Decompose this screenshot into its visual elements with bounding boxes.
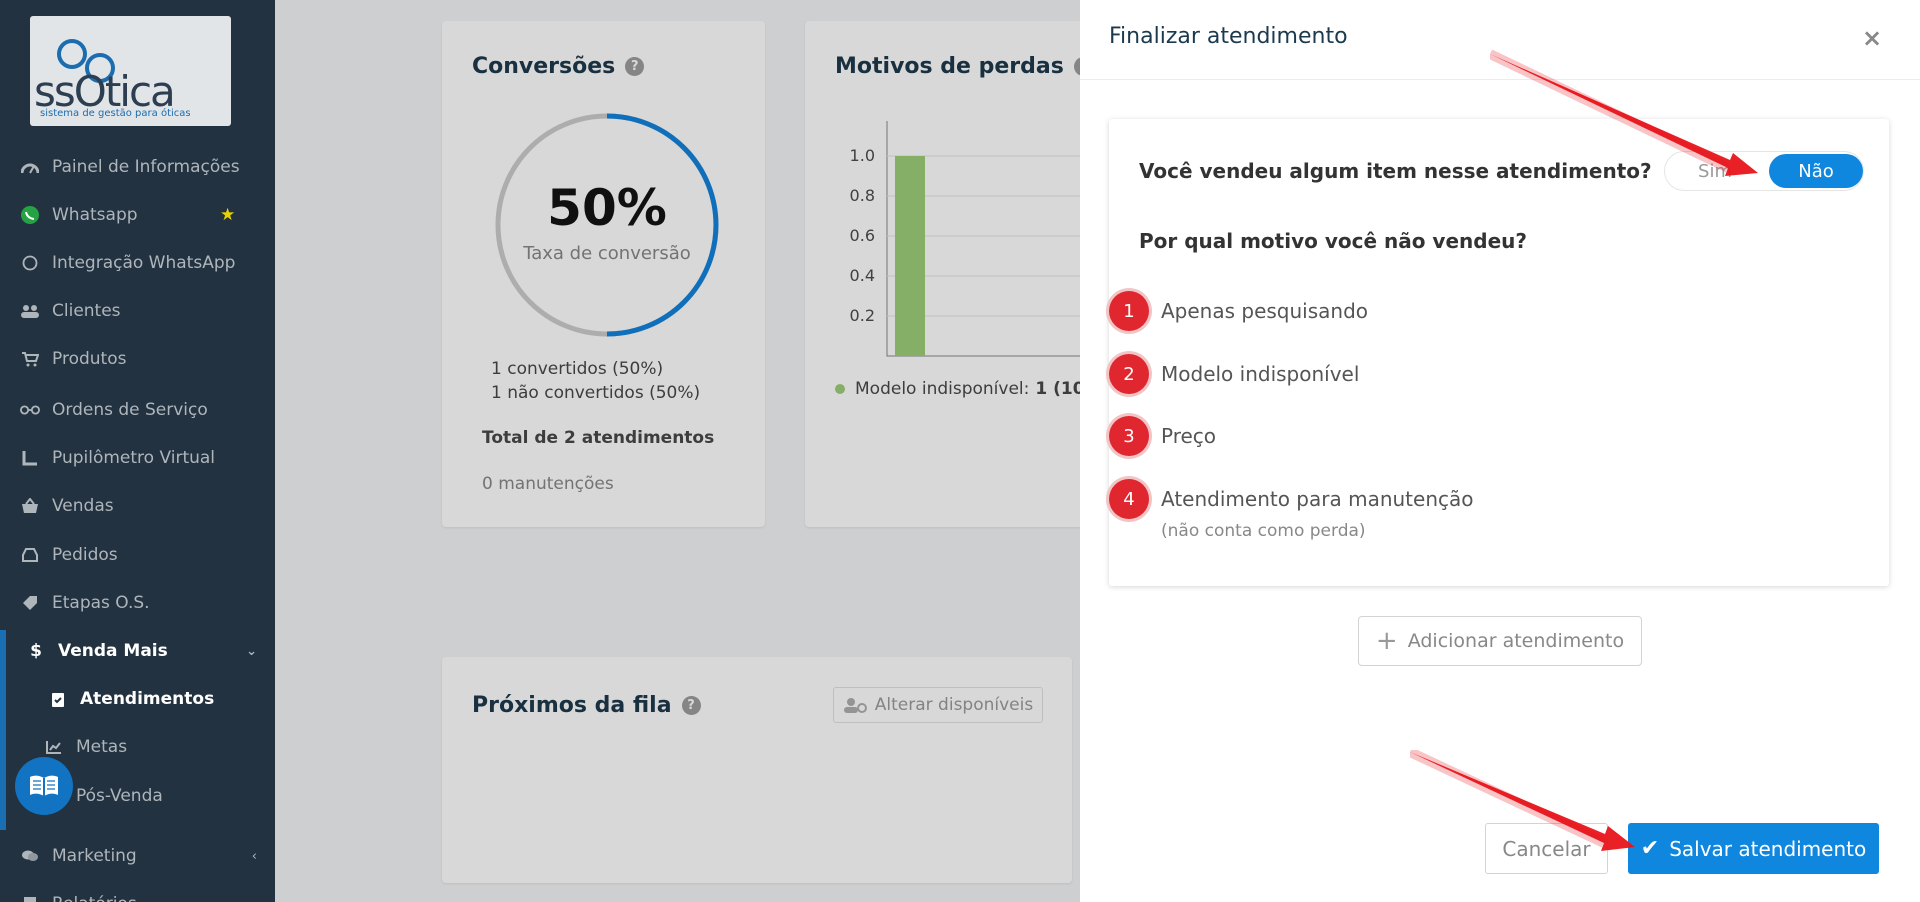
- reason-option[interactable]: 1 Apenas pesquisando: [1109, 291, 1368, 331]
- sidebar-item-label: Pupilômetro Virtual: [52, 448, 216, 468]
- sidebar-item-vendas[interactable]: Vendas: [0, 482, 275, 530]
- sidebar-item-integracao-whatsapp[interactable]: Integração WhatsApp: [0, 239, 275, 287]
- users-icon: [20, 304, 40, 318]
- reason-number-badge: 3: [1109, 416, 1149, 456]
- help-book-button[interactable]: [15, 757, 73, 815]
- file-icon: [20, 896, 40, 902]
- sidebar-item-label: Relatórios: [52, 894, 137, 902]
- reason-note: (não conta como perda): [1161, 521, 1366, 541]
- sidebar-item-label: Metas: [76, 737, 128, 757]
- finalizar-atendimento-modal: Finalizar atendimento × Você vendeu algu…: [1080, 0, 1920, 902]
- comments-icon: [20, 849, 40, 863]
- sidebar-item-produtos[interactable]: Produtos: [0, 335, 275, 383]
- open-book-icon: [30, 775, 58, 796]
- plus-icon: +: [1375, 626, 1398, 656]
- cart-icon: [20, 351, 40, 367]
- whatsapp-icon: [20, 205, 40, 225]
- clipboard-icon: [48, 691, 68, 707]
- toggle-sim[interactable]: Sim: [1665, 152, 1765, 190]
- sidebar-item-pedidos[interactable]: Pedidos: [0, 531, 275, 579]
- close-icon[interactable]: ×: [1862, 24, 1882, 52]
- reason-option[interactable]: 2 Modelo indisponível: [1109, 354, 1359, 394]
- save-button[interactable]: ✔ Salvar atendimento: [1628, 823, 1879, 874]
- sidebar-item-pupilometro[interactable]: Pupilômetro Virtual: [0, 434, 275, 482]
- whatsapp-outline-icon: [20, 255, 40, 271]
- tag-icon: [20, 595, 40, 611]
- sidebar-item-relatorios[interactable]: Relatórios: [0, 880, 275, 902]
- reason-number-badge: 1: [1109, 291, 1149, 331]
- sidebar-item-label: Marketing: [52, 846, 137, 866]
- ruler-icon: [20, 450, 40, 466]
- sidebar-item-clientes[interactable]: Clientes: [0, 287, 275, 335]
- add-atendimento-label: Adicionar atendimento: [1407, 630, 1625, 652]
- sidebar-item-label: Clientes: [52, 301, 121, 321]
- chevron-down-icon: ⌄: [246, 643, 257, 659]
- sold-question: Você vendeu algum item nesse atendimento…: [1139, 159, 1652, 183]
- save-label: Salvar atendimento: [1669, 836, 1867, 861]
- toggle-nao[interactable]: Não: [1769, 154, 1863, 188]
- chevron-left-icon: ‹: [251, 848, 257, 864]
- sidebar-item-venda-mais[interactable]: $ Venda Mais ⌄: [0, 627, 275, 675]
- sidebar-item-label: Ordens de Serviço: [52, 400, 208, 420]
- dashboard-icon: [20, 160, 40, 174]
- sidebar-item-label: Etapas O.S.: [52, 593, 150, 613]
- atendimento-panel: Você vendeu algum item nesse atendimento…: [1109, 119, 1889, 586]
- reason-label[interactable]: Preço: [1161, 424, 1216, 448]
- reason-label[interactable]: Atendimento para manutenção: [1161, 487, 1474, 511]
- add-atendimento-button[interactable]: + Adicionar atendimento: [1358, 616, 1642, 666]
- sidebar-item-painel[interactable]: Painel de Informações: [0, 143, 275, 191]
- sidebar-item-etapas-os[interactable]: Etapas O.S.: [0, 579, 275, 627]
- reason-number-badge: 2: [1109, 354, 1149, 394]
- glasses-icon: [20, 404, 40, 416]
- reason-label[interactable]: Modelo indisponível: [1161, 362, 1359, 386]
- reason-question: Por qual motivo você não vendeu?: [1139, 229, 1527, 253]
- sidebar-item-ordens-servico[interactable]: Ordens de Serviço: [0, 386, 275, 434]
- reason-option[interactable]: 3 Preço: [1109, 416, 1216, 456]
- reason-number-badge: 4: [1109, 479, 1149, 519]
- sidebar-item-atendimentos[interactable]: Atendimentos: [0, 675, 275, 723]
- sidebar-item-label: Produtos: [52, 349, 127, 369]
- cancel-button[interactable]: Cancelar: [1485, 823, 1608, 874]
- inbox-icon: [20, 548, 40, 562]
- dollar-icon: $: [30, 641, 42, 661]
- sidebar: ssOtica sistema de gestão para óticas Pa…: [0, 0, 275, 902]
- sidebar-item-whatsapp[interactable]: Whatsapp ★: [0, 191, 275, 239]
- sidebar-item-label: Pós-Venda: [76, 786, 163, 806]
- sold-toggle[interactable]: Sim Não: [1664, 151, 1864, 191]
- sidebar-item-label: Atendimentos: [80, 689, 215, 709]
- sidebar-item-marketing[interactable]: Marketing ‹: [0, 832, 275, 880]
- check-icon: ✔: [1640, 836, 1660, 861]
- modal-title: Finalizar atendimento: [1109, 24, 1348, 49]
- sidebar-item-label: Whatsapp: [52, 205, 138, 225]
- modal-header: Finalizar atendimento ×: [1080, 0, 1920, 80]
- logo-tagline: sistema de gestão para óticas: [40, 107, 191, 119]
- sidebar-item-label: Painel de Informações: [52, 157, 240, 177]
- basket-icon: [20, 498, 40, 514]
- chart-line-icon: [44, 740, 64, 754]
- logo[interactable]: ssOtica sistema de gestão para óticas: [30, 16, 231, 126]
- sidebar-item-label: Venda Mais: [58, 641, 168, 661]
- modal-backdrop[interactable]: [275, 0, 1080, 902]
- reason-label[interactable]: Apenas pesquisando: [1161, 299, 1368, 323]
- reason-option[interactable]: 4 Atendimento para manutenção: [1109, 479, 1474, 519]
- star-icon[interactable]: ★: [220, 205, 235, 225]
- sidebar-item-label: Pedidos: [52, 545, 118, 565]
- sidebar-item-label: Integração WhatsApp: [52, 253, 236, 273]
- sidebar-item-label: Vendas: [52, 496, 114, 516]
